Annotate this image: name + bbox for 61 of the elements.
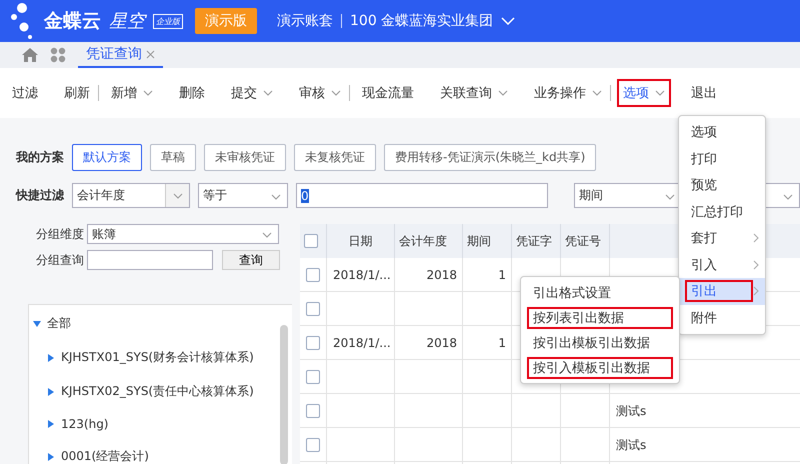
scheme-button[interactable]: 未审核凭证 bbox=[204, 144, 286, 171]
table-cell-text: 2018/1/... bbox=[332, 267, 392, 284]
toolbar-button[interactable]: 新增 bbox=[105, 79, 159, 107]
menu-item[interactable]: 选项 bbox=[685, 121, 723, 144]
toolbar-button[interactable]: 退出 bbox=[685, 79, 723, 107]
toolbar-button[interactable]: 删除 bbox=[173, 79, 211, 107]
column-header[interactable]: 凭证字 bbox=[512, 224, 561, 258]
menu-item[interactable]: 引出 bbox=[685, 280, 753, 302]
scheme-button[interactable]: 默认方案 bbox=[72, 144, 142, 171]
scheme-button[interactable]: 草稿 bbox=[150, 144, 196, 171]
menu-item[interactable]: 套打 bbox=[685, 227, 723, 250]
table-cell-text: 2018 bbox=[425, 267, 458, 284]
tree-item[interactable]: KJHSTX01_SYS(财务会计核算体系) bbox=[61, 349, 254, 366]
account-name: 演示账套 bbox=[277, 12, 333, 30]
toolbar-button[interactable]: 审核 bbox=[293, 79, 347, 107]
column-header[interactable]: 凭证号 bbox=[561, 224, 610, 258]
toolbar-button[interactable]: 提交 bbox=[225, 79, 279, 107]
scheme-button[interactable]: 费用转移-凭证演示(朱晓兰_kd共享) bbox=[384, 144, 596, 171]
tree-item[interactable]: KJHSTX02_SYS(责任中心核算体系) bbox=[61, 383, 254, 400]
brand-name: 金蝶云 bbox=[44, 9, 101, 34]
group-query-label: 分组查询 bbox=[36, 252, 84, 268]
tree-item[interactable]: 123(hg) bbox=[61, 417, 108, 431]
toolbar-button[interactable]: 业务操作 bbox=[528, 79, 608, 107]
quick-filter-label: 快捷过滤 bbox=[16, 187, 64, 204]
field-select[interactable]: 会计年度 bbox=[72, 183, 190, 208]
operator-select[interactable]: 等于 bbox=[198, 183, 288, 208]
menu-item[interactable]: 按引入模板引出数据 bbox=[527, 356, 673, 378]
table-cell-text: 测试s bbox=[615, 436, 648, 454]
scheme-button[interactable]: 未复核凭证 bbox=[294, 144, 376, 171]
edition-label: 企业版 bbox=[153, 14, 183, 28]
demo-badge: 演示版 bbox=[195, 8, 257, 34]
scheme-label: 我的方案 bbox=[16, 149, 64, 166]
column-header[interactable]: 日期 bbox=[327, 224, 395, 258]
table-cell-text: 2018 bbox=[425, 335, 458, 352]
column-header[interactable]: 期间 bbox=[463, 224, 512, 258]
menu-item[interactable]: 附件 bbox=[685, 306, 723, 329]
table-cell-text: 1 bbox=[497, 335, 507, 352]
organization-name[interactable]: 100 金蝶蓝海实业集团 bbox=[350, 12, 494, 30]
toolbar-button[interactable]: 选项 bbox=[617, 79, 671, 107]
toolbar-button[interactable]: 关联查询 bbox=[434, 79, 514, 107]
menu-item[interactable]: 预览 bbox=[685, 174, 723, 196]
query-button[interactable]: 查询 bbox=[222, 250, 280, 270]
table-cell-text: 测试s bbox=[615, 402, 648, 420]
menu-item[interactable]: 打印 bbox=[685, 148, 723, 170]
toolbar-button[interactable]: 刷新 bbox=[58, 79, 96, 107]
group-dimension-label: 分组维度 bbox=[36, 226, 84, 242]
menu-item[interactable]: 按引出模板引出数据 bbox=[527, 332, 673, 354]
menu-item[interactable]: 按列表引出数据 bbox=[527, 306, 673, 328]
table-cell-text: 1 bbox=[497, 267, 507, 284]
tree-item[interactable]: 全部 bbox=[47, 315, 71, 332]
value-input[interactable]: 0 bbox=[296, 183, 548, 208]
tree-item[interactable]: 0001(经营会计) bbox=[61, 448, 149, 464]
menu-item[interactable]: 汇总打印 bbox=[685, 200, 749, 223]
toolbar-button[interactable]: 过滤 bbox=[6, 79, 44, 107]
toolbar-button[interactable]: 现金流量 bbox=[356, 79, 420, 107]
menu-item[interactable]: 引入 bbox=[685, 254, 723, 276]
table-cell-text: 2018/1/... bbox=[332, 335, 392, 352]
menu-item[interactable]: 引出格式设置 bbox=[527, 282, 673, 304]
column-header[interactable]: 会计年度 bbox=[395, 224, 463, 258]
product-name: 星空 bbox=[109, 10, 145, 33]
dimension-select[interactable]: 账簿 bbox=[87, 224, 279, 244]
